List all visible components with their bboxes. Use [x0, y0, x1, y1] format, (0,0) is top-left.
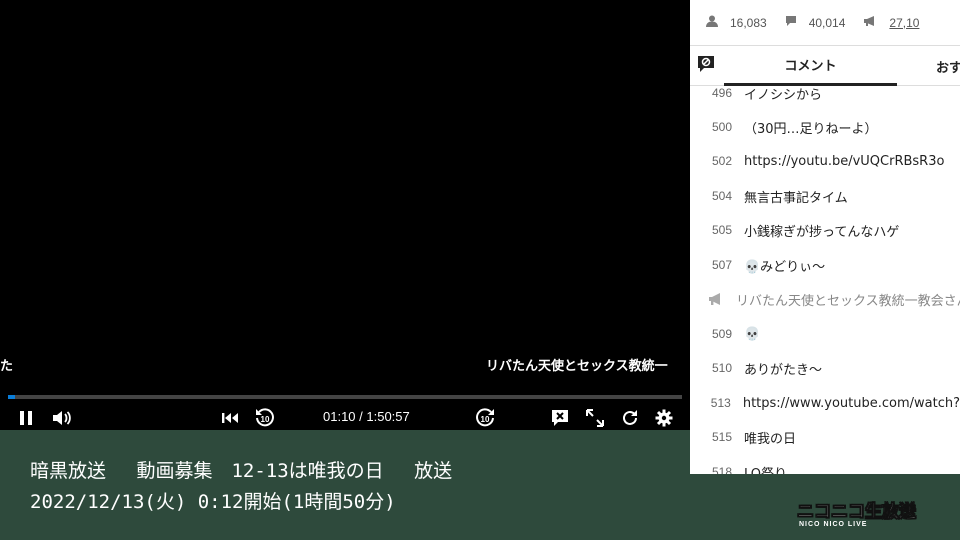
comment-text: LO祭り [744, 466, 788, 475]
skip-back-icon [221, 411, 239, 425]
ad-count[interactable]: 27,10 [863, 15, 919, 30]
comment-row: 518 LO祭り [690, 455, 960, 474]
comment-panel: 16,083 40,014 27,10 コメント おす 496 イノシシから 5… [690, 0, 960, 474]
comment-text: 無言古事記タイム [744, 190, 848, 206]
volume-icon [52, 409, 72, 427]
comment-off-icon [550, 409, 570, 427]
video-player[interactable]: た リバたん天使とセックス教統一 10 01:10 / 1:50:57 10 [0, 0, 690, 430]
reload-button[interactable] [618, 405, 642, 430]
comment-text: ありがたき～ [744, 362, 823, 378]
comment-text: 💀 [744, 326, 761, 342]
comment-number: 515 [711, 430, 732, 444]
viewer-count: 16,083 [706, 15, 767, 30]
seek-progress [8, 395, 16, 399]
megaphone-icon [708, 292, 724, 306]
time-display: 01:10 / 1:50:57 [323, 409, 410, 424]
megaphone-icon [863, 15, 889, 30]
comment-list[interactable]: 496 イノシシから 500 （30円…足りねーよ） 502 https://y… [690, 76, 960, 474]
person-icon [706, 15, 730, 30]
comment-row: 504 無言古事記タイム [690, 179, 960, 213]
ad-notice-text: リバたん天使とセックス教統一教会さん [736, 293, 960, 309]
comment-number: 505 [711, 223, 732, 237]
comment-row: 513 https://www.youtube.com/watch? [690, 386, 960, 420]
program-title: 暗黒放送 動画募集 12-13は唯我の日 放送 [30, 460, 453, 482]
danmaku-comment: リバたん天使とセックス教統一 [486, 359, 668, 374]
forward-10-button[interactable]: 10 [472, 405, 498, 430]
comment-text: 小銭稼ぎが捗ってんなハゲ [744, 224, 900, 240]
comment-text: （30円…足りねーよ） [744, 121, 878, 137]
comment-text: イノシシから [744, 87, 823, 103]
comment-number: 496 [711, 86, 732, 100]
comment-row: 502 https://youtu.be/vUQCrRBsR3o [690, 144, 960, 178]
comment-text: https://www.youtube.com/watch? [742, 395, 960, 411]
comment-row: 507 💀みどりぃ～ [690, 248, 960, 282]
volume-button[interactable] [50, 405, 74, 430]
comment-number: 518 [711, 465, 732, 474]
comment-number: 510 [711, 361, 732, 375]
gear-icon [655, 409, 673, 427]
speech-bubble-icon [785, 15, 809, 30]
rewind-10-button[interactable]: 10 [252, 405, 278, 430]
comment-row: 505 小銭稼ぎが捗ってんなハゲ [690, 213, 960, 247]
comment-row: 510 ありがたき～ [690, 351, 960, 385]
comment-number: 509 [711, 327, 732, 341]
forward-10-icon: 10 [474, 407, 496, 429]
ad-notice-row: リバたん天使とセックス教統一教会さん [690, 282, 960, 316]
comment-text: https://youtu.be/vUQCrRBsR3o [744, 153, 945, 169]
comment-filter-icon[interactable] [696, 54, 716, 74]
expand-icon [586, 409, 604, 427]
comment-text: 💀みどりぃ～ [744, 259, 826, 275]
comment-number: 507 [711, 258, 732, 272]
comment-number: 513 [710, 396, 731, 410]
reload-icon [621, 409, 639, 427]
comment-row: 496 イノシシから [690, 76, 960, 110]
pause-icon [18, 410, 34, 426]
seek-bar[interactable] [8, 395, 682, 399]
comment-number: 504 [711, 189, 732, 203]
comment-row: 515 唯我の日 [690, 420, 960, 454]
program-info: 暗黒放送 動画募集 12-13は唯我の日 放送 2022/12/13(火) 0:1… [30, 456, 452, 518]
svg-text:10: 10 [261, 415, 270, 424]
comment-count: 40,014 [785, 15, 845, 30]
danmaku-comment: た [0, 359, 14, 374]
comment-text: 唯我の日 [744, 431, 797, 447]
pause-button[interactable] [14, 405, 38, 430]
fullscreen-button[interactable] [583, 405, 607, 430]
comment-number: 500 [711, 120, 732, 134]
program-schedule: 2022/12/13(火) 0:12開始(1時間50分) [30, 491, 396, 513]
svg-text:10: 10 [481, 415, 490, 424]
settings-button[interactable] [652, 405, 676, 430]
niconico-live-logo: ニコニコ生放送 NICO NICO LIVE [797, 502, 917, 528]
comment-row: 509 💀 [690, 317, 960, 351]
comment-row: 500 （30円…足りねーよ） [690, 110, 960, 144]
comment-number: 502 [711, 154, 732, 168]
skip-to-start-button[interactable] [218, 405, 242, 430]
rewind-10-icon: 10 [254, 407, 276, 429]
stats-bar: 16,083 40,014 27,10 [690, 0, 960, 46]
comment-toggle-button[interactable] [548, 405, 572, 430]
